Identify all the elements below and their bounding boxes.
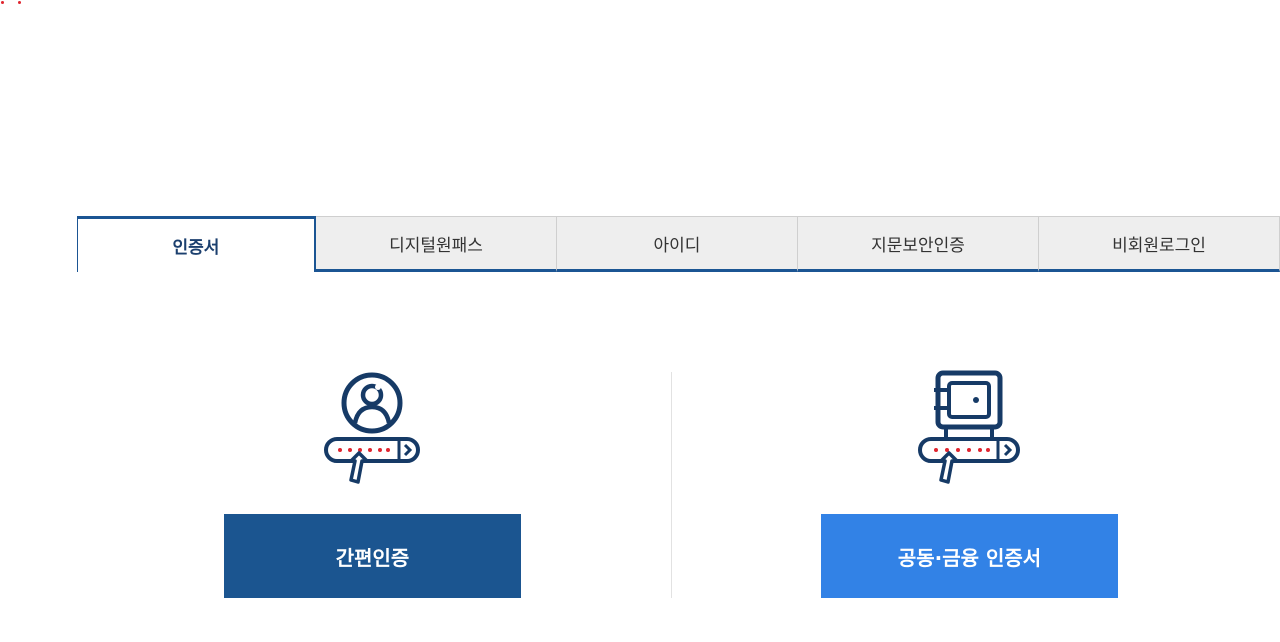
user-password-icon bbox=[324, 372, 420, 484]
safe-password-icon bbox=[918, 370, 1020, 484]
simple-auth-button[interactable]: 간편인증 bbox=[224, 514, 521, 598]
red-dot bbox=[18, 1, 21, 4]
tab-digital-onepass[interactable]: 디지털원패스 bbox=[316, 216, 557, 272]
login-method-tabs: 인증서 디지털원패스 아이디 지문보안인증 비회원로그인 bbox=[77, 216, 1280, 272]
joint-certificate-button[interactable]: 공동·금융 인증서 bbox=[821, 514, 1118, 598]
tab-certificate[interactable]: 인증서 bbox=[77, 216, 316, 272]
tab-fingerprint[interactable]: 지문보안인증 bbox=[798, 216, 1039, 272]
tab-id[interactable]: 아이디 bbox=[557, 216, 798, 272]
tab-guest-login[interactable]: 비회원로그인 bbox=[1039, 216, 1280, 272]
section-divider bbox=[671, 372, 672, 598]
red-dot bbox=[1, 1, 4, 4]
